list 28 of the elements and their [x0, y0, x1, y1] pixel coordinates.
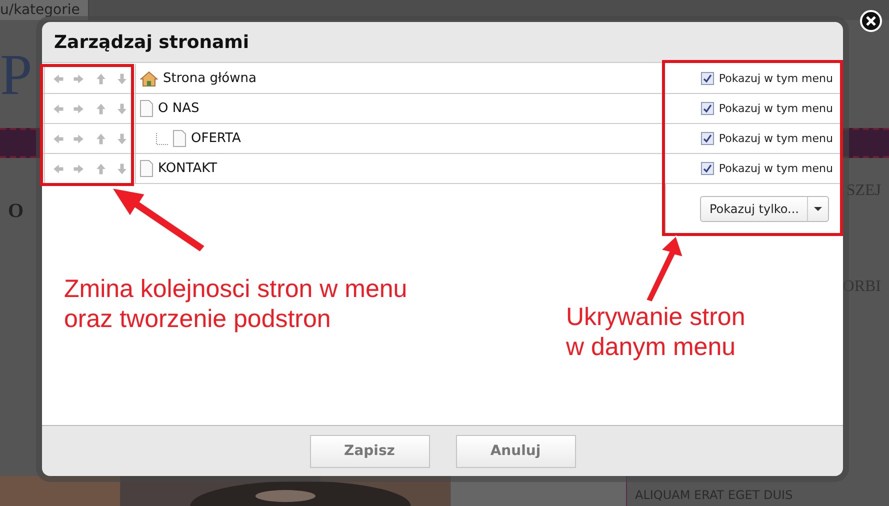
checkbox-label: Pokazuj w tym menu	[718, 162, 833, 175]
page-name: O NAS	[158, 101, 200, 116]
checkbox[interactable]	[700, 162, 714, 175]
checkbox-label: Pokazuj w tym menu	[718, 72, 833, 85]
annotation-text: Ukrywanie stron	[566, 302, 746, 332]
checkbox[interactable]	[700, 102, 714, 115]
tree-connector-icon	[156, 132, 168, 144]
annotation-text: Zmina kolejnosci stron w menu	[64, 274, 408, 304]
page-icon	[140, 160, 153, 177]
house-icon	[140, 70, 158, 86]
close-icon[interactable]	[860, 10, 882, 32]
cancel-button[interactable]: Anuluj	[456, 434, 576, 468]
checkbox[interactable]	[700, 72, 714, 85]
page-icon	[140, 100, 153, 117]
page-icon	[173, 130, 186, 147]
annotation-text: w danym menu	[566, 332, 737, 362]
page-name: KONTAKT	[158, 161, 218, 176]
page-name: Strona główna	[163, 71, 256, 86]
checkbox-label: Pokazuj w tym menu	[718, 102, 833, 115]
dialog-title: Zarządzaj stronami	[54, 32, 250, 52]
save-button[interactable]: Zapisz	[310, 434, 430, 468]
checkbox-label: Pokazuj w tym menu	[718, 132, 833, 145]
page-name: OFERTA	[191, 131, 241, 146]
callout-arrow	[645, 235, 684, 303]
breadcrumb-tab[interactable]: u/kategorie	[0, 0, 89, 20]
filter-dropdown[interactable]: Pokazuj tylko...	[700, 196, 829, 222]
checkbox[interactable]	[700, 132, 714, 145]
annotation-text: oraz tworzenie podstron	[64, 304, 332, 334]
